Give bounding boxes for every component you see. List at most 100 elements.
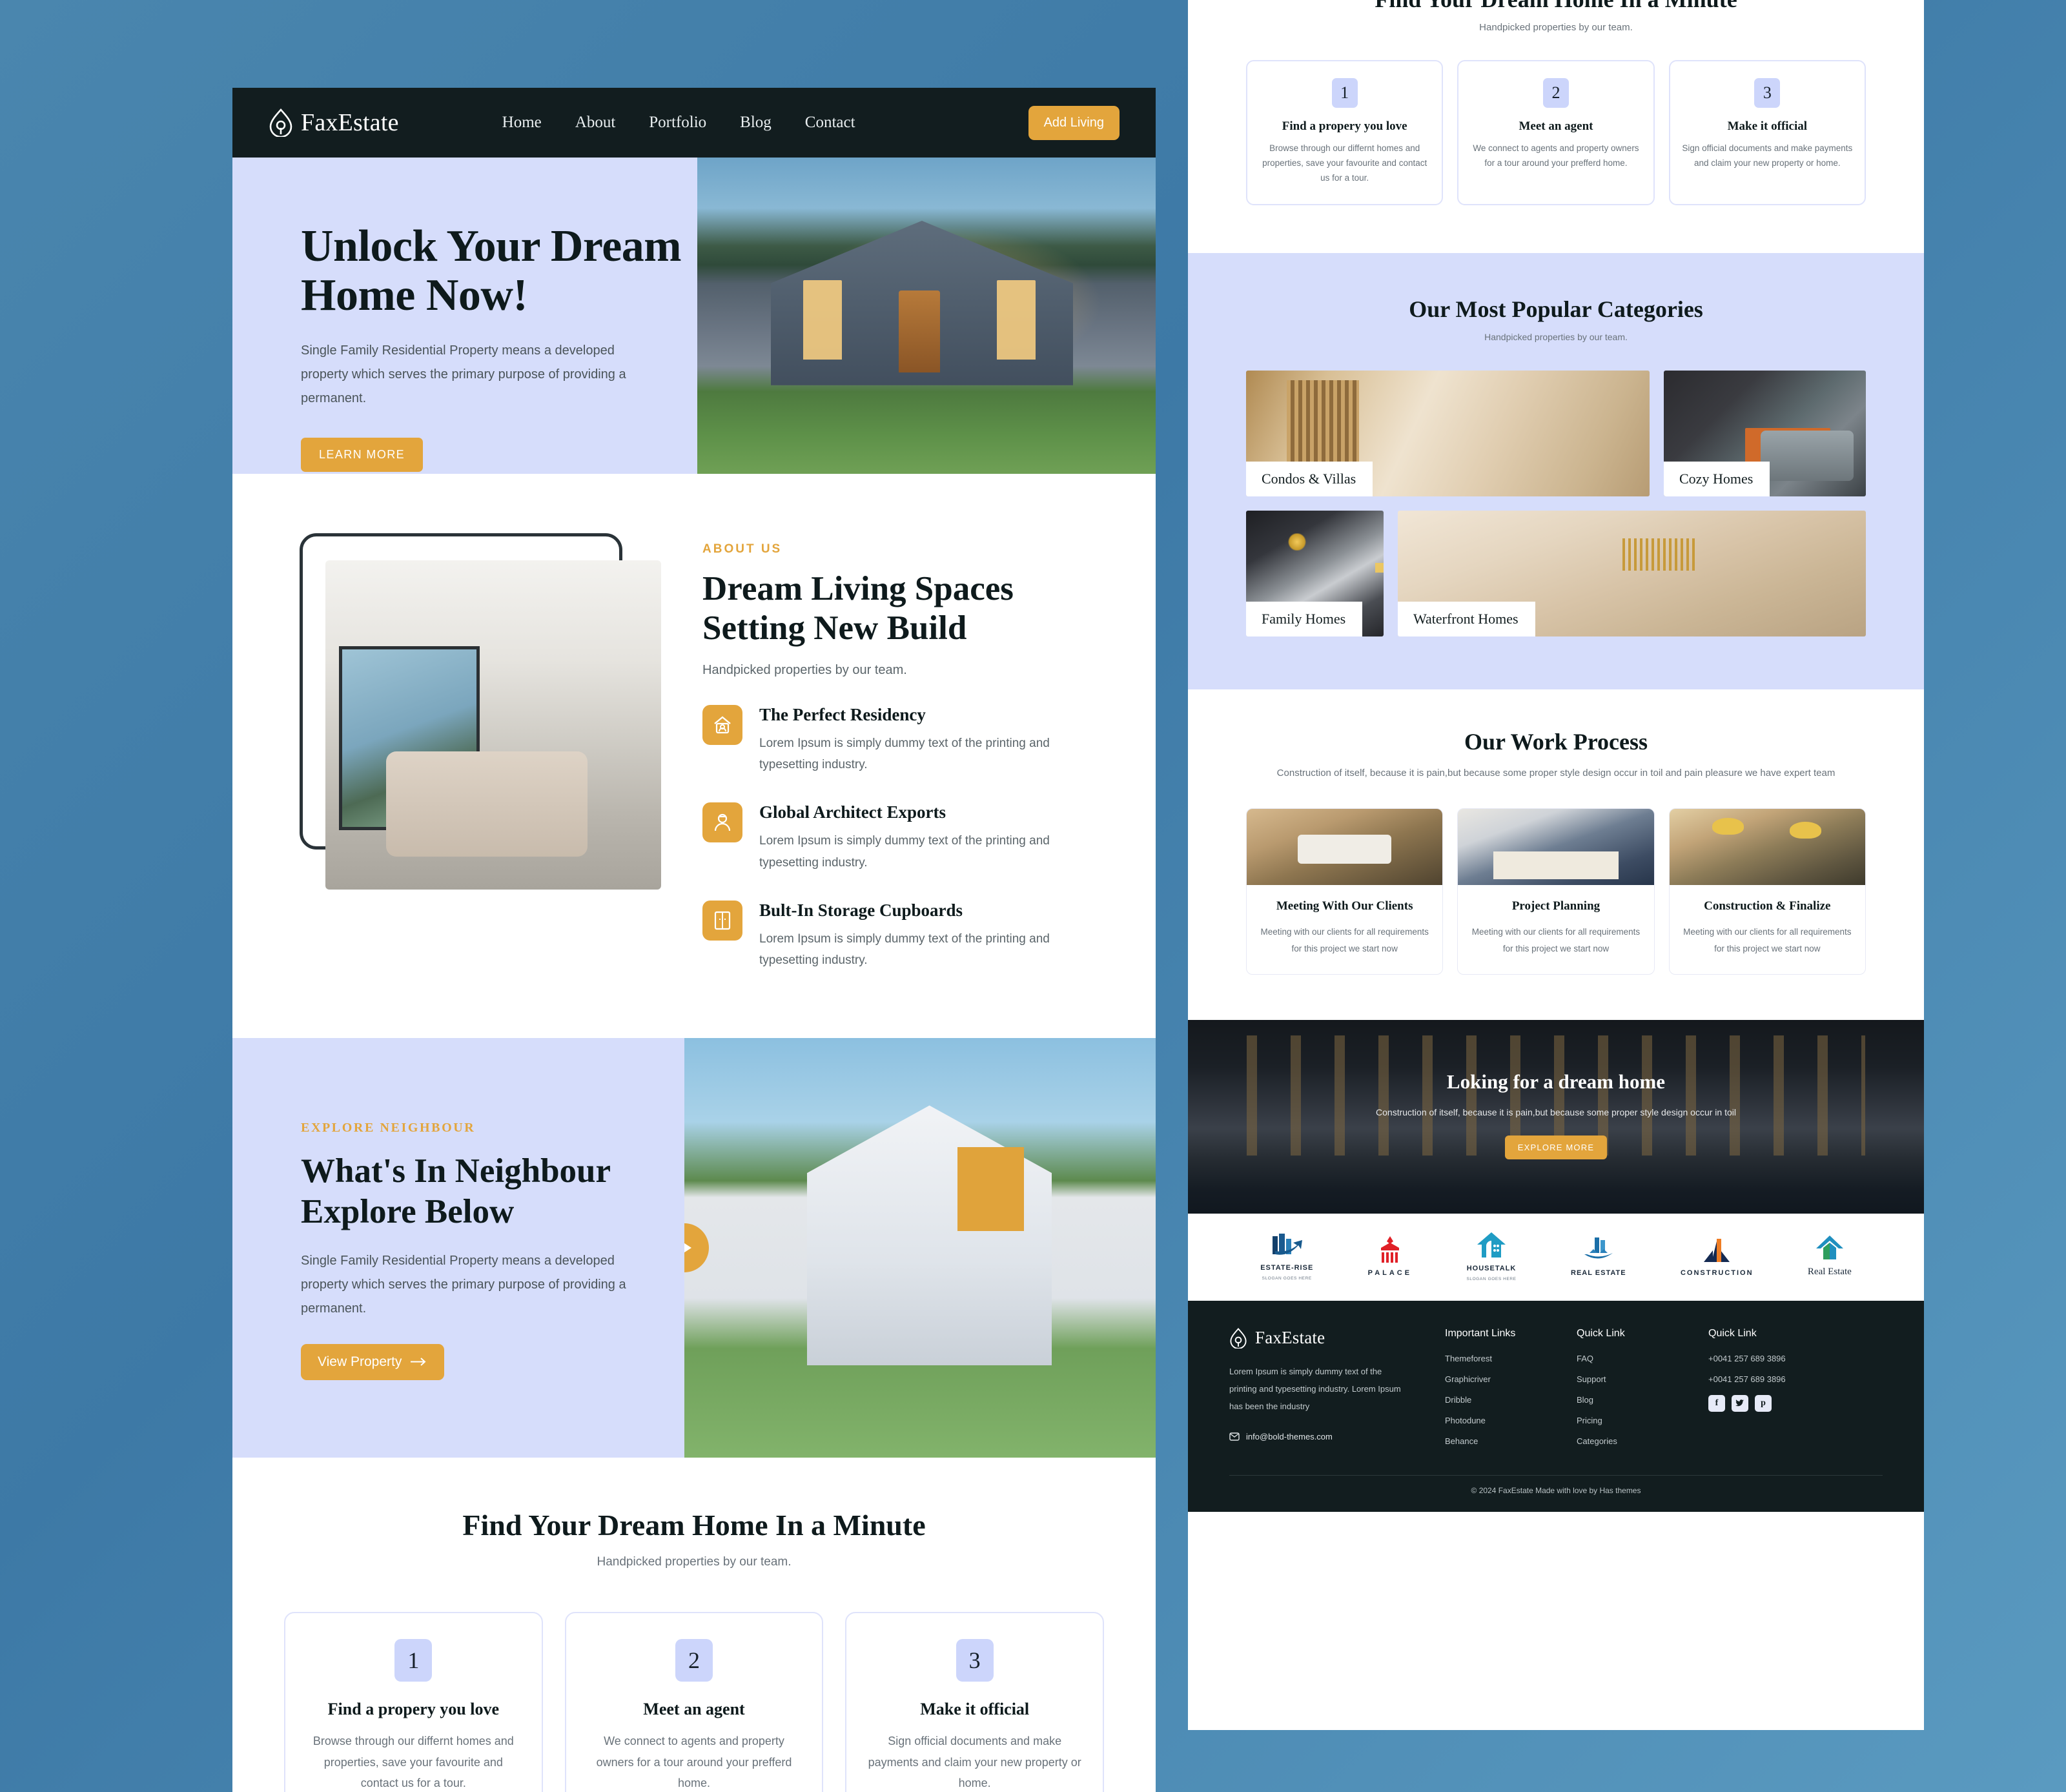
view-property-label: View Property [318, 1354, 402, 1369]
villa-photo [684, 1038, 1156, 1458]
footer-link[interactable]: Behance [1445, 1436, 1542, 1446]
step-number: 3 [956, 1639, 994, 1682]
palace-icon [1380, 1236, 1399, 1263]
footer-link[interactable]: Dribble [1445, 1395, 1542, 1405]
step-card[interactable]: 3 Make it official Sign official documen… [1668, 60, 1866, 205]
footer-column-heading: Quick Link [1577, 1327, 1625, 1339]
logo-real-estate-skyline[interactable]: REAL ESTATE [1571, 1235, 1626, 1277]
real-estate-icon [1815, 1236, 1843, 1260]
cta-paragraph: Construction of itself, because it is pa… [1376, 1106, 1736, 1117]
logo-caption: CONSTRUCTION [1680, 1268, 1754, 1277]
logo-estate-rise[interactable]: ESTATE-RISE SLOGAN GOES HERE [1260, 1231, 1313, 1281]
house-dusk-photo [697, 158, 1156, 474]
add-living-button[interactable]: Add Living [1028, 105, 1120, 140]
step-title: Make it official [920, 1700, 1030, 1719]
view-property-button[interactable]: View Property [301, 1343, 445, 1380]
explore-more-button[interactable]: EXPLORE MORE [1504, 1135, 1608, 1159]
page-panel-bottom: Find Your Dream Home In a Minute Handpic… [1188, 0, 1924, 1730]
hero-paragraph: Single Family Residential Property means… [301, 343, 626, 406]
work-photo [1458, 809, 1654, 886]
footer-column-heading: Quick Link [1708, 1327, 1757, 1339]
footer-phone[interactable]: +0041 257 689 3896 [1708, 1374, 1805, 1384]
step-text: Sign official documents and make payment… [1682, 143, 1853, 168]
logo-caption: REAL ESTATE [1571, 1268, 1626, 1277]
categories-section: Our Most Popular Categories Handpicked p… [1188, 252, 1924, 689]
brand-logo[interactable]: FaxEstate [269, 108, 399, 137]
step-card[interactable]: 2 Meet an agent We connect to agents and… [564, 1612, 824, 1792]
steps-title: Find Your Dream Home In a Minute [1246, 0, 1866, 13]
step-card[interactable]: 3 Make it official Sign official documen… [845, 1612, 1105, 1792]
footer-phone[interactable]: +0041 257 689 3896 [1708, 1354, 1805, 1363]
neighbour-section: EXPLORE NEIGHBOUR What's In Neighbour Ex… [232, 1038, 1156, 1458]
category-card-family-homes[interactable]: Family Homes [1246, 510, 1384, 636]
nav-item-blog[interactable]: Blog [740, 114, 772, 132]
about-feature-item: Global Architect Exports Lorem Ipsum is … [702, 802, 1089, 873]
cta-content: Loking for a dream home Construction of … [1188, 1020, 1924, 1159]
brand-name: FaxEstate [301, 109, 399, 136]
footer-link[interactable]: Blog [1577, 1395, 1673, 1405]
footer-link[interactable]: Pricing [1577, 1416, 1673, 1425]
nav-item-about[interactable]: About [575, 114, 616, 132]
work-card-text: Meeting with our clients for all require… [1683, 927, 1852, 953]
about-feature-item: Bult-In Storage Cupboards Lorem Ipsum is… [702, 900, 1089, 972]
neighbour-title: What's In Neighbour Explore Below [301, 1152, 611, 1230]
step-number: 1 [394, 1639, 433, 1682]
learn-more-button[interactable]: LEARN MORE [301, 438, 424, 473]
steps-subtitle: Handpicked properties by our team. [1479, 22, 1633, 33]
hero-text: Unlock Your Dream Home Now! Single Famil… [232, 158, 697, 474]
category-card-cozy-homes[interactable]: Cozy Homes [1664, 370, 1866, 496]
category-card-waterfront-homes[interactable]: Waterfront Homes [1398, 510, 1866, 636]
neighbour-image [684, 1038, 1156, 1458]
faxestate-logo-icon [269, 108, 292, 137]
feature-text: Lorem Ipsum is simply dummy text of the … [759, 736, 1050, 772]
architect-icon [702, 802, 742, 843]
steps-title: Find Your Dream Home In a Minute [462, 1509, 926, 1542]
neighbour-eyebrow: EXPLORE NEIGHBOUR [301, 1121, 476, 1135]
work-card[interactable]: Meeting With Our Clients Meeting with ou… [1246, 808, 1444, 975]
footer-logo[interactable]: FaxEstate [1229, 1327, 1410, 1349]
logo-housetalk[interactable]: HOUSETALK SLOGAN GOES HERE [1466, 1230, 1516, 1281]
footer-column-quick-link: Quick Link FAQ Support Blog Pricing Cate… [1577, 1328, 1673, 1457]
house-user-icon [702, 704, 742, 745]
logo-caption: Real Estate [1807, 1267, 1852, 1278]
footer-copyright: © 2024 FaxEstate Made with love by Has t… [1471, 1485, 1641, 1495]
footer-columns: FaxEstate Lorem Ipsum is simply dummy te… [1229, 1328, 1883, 1457]
footer-link[interactable]: Photodune [1445, 1416, 1542, 1425]
feature-text: Lorem Ipsum is simply dummy text of the … [759, 932, 1050, 968]
pinterest-icon[interactable]: p [1755, 1394, 1772, 1412]
nav-item-portfolio[interactable]: Portfolio [649, 114, 706, 132]
nav-item-home[interactable]: Home [502, 114, 542, 132]
work-title: Our Work Process [1464, 728, 1648, 755]
work-card-title: Meeting With Our Clients [1276, 899, 1413, 913]
footer-link[interactable]: Themeforest [1445, 1354, 1542, 1363]
nav-item-contact[interactable]: Contact [805, 114, 855, 132]
partner-logos-strip: ESTATE-RISE SLOGAN GOES HERE PALACE HOUS… [1188, 1213, 1924, 1301]
footer-link[interactable]: Support [1577, 1374, 1673, 1384]
steps-grid: 1 Find a propery you love Browse through… [1246, 60, 1866, 205]
work-card[interactable]: Project Planning Meeting with our client… [1457, 808, 1655, 975]
logo-real-estate[interactable]: Real Estate [1808, 1234, 1852, 1278]
footer-link[interactable]: Graphicriver [1445, 1374, 1542, 1384]
footer-link[interactable]: Categories [1577, 1436, 1673, 1446]
category-card-condos-villas[interactable]: Condos & Villas [1246, 370, 1650, 496]
logo-palace[interactable]: PALACE [1368, 1235, 1412, 1277]
work-card[interactable]: Construction & Finalize Meeting with our… [1668, 808, 1866, 975]
step-card[interactable]: 1 Find a propery you love Browse through… [284, 1612, 543, 1792]
step-card[interactable]: 2 Meet an agent We connect to agents and… [1457, 60, 1655, 205]
logo-construction[interactable]: CONSTRUCTION [1681, 1235, 1754, 1277]
about-feature-item: The Perfect Residency Lorem Ipsum is sim… [702, 704, 1089, 776]
step-card[interactable]: 1 Find a propery you love Browse through… [1246, 60, 1444, 205]
hero-image [697, 158, 1156, 474]
footer-brand-block: FaxEstate Lorem Ipsum is simply dummy te… [1229, 1327, 1410, 1457]
footer-link[interactable]: FAQ [1577, 1354, 1673, 1363]
feature-title: Bult-In Storage Cupboards [759, 900, 963, 920]
cta-title: Loking for a dream home [1446, 1070, 1666, 1093]
step-number: 2 [1542, 78, 1569, 108]
logo-slogan: SLOGAN GOES HERE [1466, 1276, 1517, 1281]
step-number: 3 [1754, 78, 1781, 108]
categories-title: Our Most Popular Categories [1409, 296, 1703, 322]
facebook-icon[interactable]: f [1708, 1394, 1725, 1412]
footer-email[interactable]: info@bold-themes.com [1229, 1432, 1410, 1441]
twitter-icon[interactable] [1732, 1394, 1748, 1412]
steps-section-continued: Find Your Dream Home In a Minute Handpic… [1188, 0, 1924, 253]
